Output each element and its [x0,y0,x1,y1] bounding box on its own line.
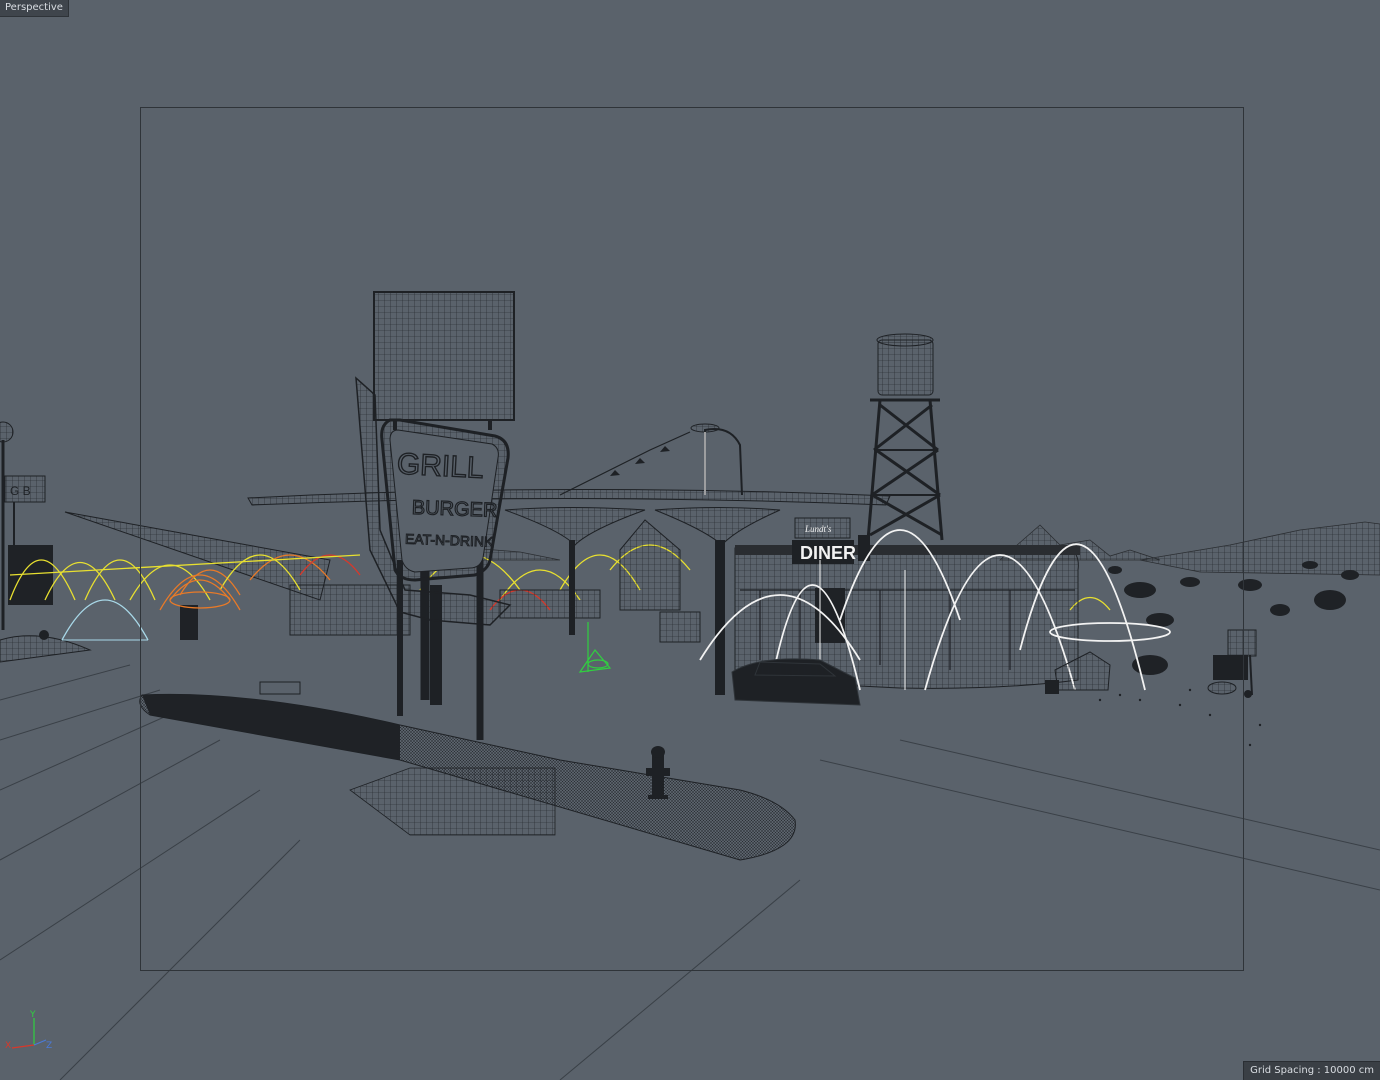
axis-gizmo-icon: Y X Z [5,1010,52,1050]
grill-sign: GRILL BURGER EAT-N-DRINK [355,291,515,740]
sign-line-1: GRILL [396,448,484,485]
background-buildings [499,519,701,643]
axis-marker [578,622,612,673]
diner-sign-text: DINER [800,543,856,563]
sign-line-2: BURGER [411,497,497,522]
grid-spacing-status: Grid Spacing : 10000 cm [1243,1061,1380,1080]
water-tower [866,333,944,541]
gizmo-x-label: X [5,1041,11,1050]
viewport-label[interactable]: Perspective [0,0,69,17]
traffic-island [139,681,796,861]
ground-dots [1098,688,1262,747]
left-sign-text: G B [10,484,31,498]
left-structures: G B [0,421,411,663]
diner-script-text: Lundt's [804,524,832,534]
sign-line-3: EAT-N-DRINK [405,531,495,550]
light-domes [61,579,231,641]
gizmo-y-label: Y [29,1010,36,1020]
scene-wireframe[interactable]: G B Lundt's DINER GRILL BURGER EAT-N-DRI… [0,0,1380,1080]
gizmo-z-label: Z [46,1041,52,1050]
ground-grid [0,664,1380,1080]
viewport-perspective[interactable]: G B Lundt's DINER GRILL BURGER EAT-N-DRI… [0,0,1380,1080]
